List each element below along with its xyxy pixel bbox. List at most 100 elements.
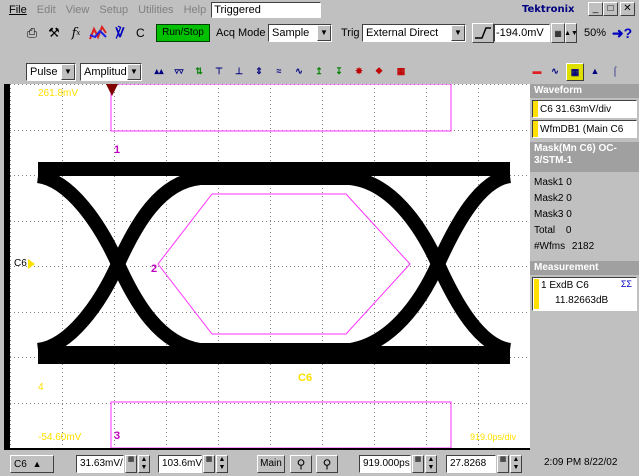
ground-marker: 4 bbox=[38, 382, 44, 393]
mask-row: Mask2 0 bbox=[534, 193, 572, 204]
mask-row: Total 0 bbox=[534, 225, 572, 236]
meas-max-icon[interactable]: ⊤ bbox=[210, 63, 228, 81]
vertical-scale-field[interactable]: 31.63mV/ bbox=[76, 455, 124, 473]
menu-view[interactable]: View bbox=[61, 4, 95, 16]
measurement-header: Measurement bbox=[530, 261, 639, 275]
graticule bbox=[10, 84, 530, 448]
channel-color-swatch bbox=[533, 121, 538, 137]
toolbar-main: ⎙ ⚒ fx ℣ C Run/Stop Acq Mode Sample ▼ Tr… bbox=[0, 21, 639, 47]
mask-3-label: 3 bbox=[114, 430, 120, 442]
keypad-icon[interactable]: ▦ bbox=[551, 23, 565, 43]
trig-label: Trig bbox=[341, 27, 360, 39]
amplitude-select[interactable]: Amplitude ▼ bbox=[80, 63, 142, 81]
print-icon[interactable]: ⎙ bbox=[22, 23, 42, 43]
horizontal-delay-field[interactable]: 27.8268 bbox=[446, 455, 496, 473]
delay-keypad-icon[interactable]: ▦ bbox=[497, 455, 509, 473]
bottom-level-label: -54.60mV bbox=[38, 432, 82, 443]
zoom-in-icon[interactable]: ⚲ bbox=[290, 455, 312, 473]
trigger-status: Triggered bbox=[211, 2, 322, 18]
meas-low-icon[interactable]: ▿▿ bbox=[170, 63, 188, 81]
delay-spin-icon[interactable]: ▲ ▼ bbox=[510, 455, 522, 473]
meas-eye-icon[interactable]: ❖ bbox=[370, 63, 388, 81]
meas-mean-icon[interactable]: ≈ bbox=[270, 63, 288, 81]
waveform-display[interactable]: 261.8mV -54.60mV 919.0ps/div 1 2 3 C6 4 bbox=[10, 84, 530, 448]
scale-keypad-icon[interactable]: ▦ bbox=[125, 455, 137, 473]
meas-amplitude-icon[interactable]: ⇅ bbox=[190, 63, 208, 81]
offset-keypad-icon[interactable]: ▦ bbox=[203, 455, 215, 473]
restore-button[interactable]: □ bbox=[603, 2, 618, 16]
offset-spin-icon[interactable]: ▲ ▼ bbox=[216, 455, 228, 473]
channel-color-swatch bbox=[533, 101, 538, 117]
channel-marker[interactable]: C6 bbox=[14, 258, 35, 269]
meas-high-icon[interactable]: ▴▴ bbox=[150, 63, 168, 81]
grid-view-icon[interactable]: ▦ bbox=[566, 63, 584, 81]
measurement-item[interactable]: 1 ExdB C6 ΣΣ 11.82663dB bbox=[532, 277, 637, 311]
toolbar-measure: Pulse ▼ Amplitude ▼ ▴▴ ▿▿ ⇅ ⊤ ⊥ ⇕ ≈ ∿ ↥ … bbox=[0, 61, 639, 83]
scale-spin-icon[interactable]: ▲ ▼ bbox=[138, 455, 150, 473]
meas-overshoot-icon[interactable]: ↥ bbox=[310, 63, 328, 81]
minimize-button[interactable]: _ bbox=[588, 2, 603, 16]
clock-display: 2:09 PM 8/22/02 bbox=[544, 457, 618, 468]
mask-1-label: 1 bbox=[114, 144, 120, 156]
acq-mode-select[interactable]: Sample ▼ bbox=[268, 24, 332, 42]
measurement-stats-icon: ΣΣ bbox=[620, 279, 632, 289]
mask-row: Mask3 0 bbox=[534, 209, 572, 220]
menu-help[interactable]: Help bbox=[179, 4, 212, 16]
status-bar: C6 ▲ 31.63mV/ ▦ ▲ ▼ 103.6mV ▦ ▲ ▼ Main ⚲ ⚲… bbox=[0, 450, 639, 476]
reference-label: C6 bbox=[298, 372, 312, 384]
trig-level-field[interactable]: -194.0mV bbox=[494, 24, 550, 42]
mask-2 bbox=[157, 193, 411, 335]
horizontal-position-field[interactable]: 919.000ps bbox=[359, 455, 411, 473]
cursor-icon[interactable]: ⌠ bbox=[606, 63, 624, 81]
function-icon[interactable]: fx bbox=[66, 23, 86, 43]
position-keypad-icon[interactable]: ▦ bbox=[412, 455, 424, 473]
meas-table-icon[interactable]: ▦ bbox=[392, 63, 410, 81]
waveform-header: Waveform bbox=[530, 84, 639, 98]
side-panel: Waveform C6 31.63mV/div WfmDB1 (Main C6 … bbox=[530, 84, 639, 450]
zoom-out-icon[interactable]: ⚲ bbox=[316, 455, 338, 473]
mask-1 bbox=[110, 84, 452, 132]
tools-icon[interactable]: ⚒ bbox=[44, 23, 64, 43]
waveform-item-wfmdb[interactable]: WfmDB1 (Main C6 bbox=[532, 120, 637, 138]
menu-file[interactable]: File bbox=[4, 4, 32, 16]
timebase-label: 919.0ps/div bbox=[470, 432, 517, 442]
meas-rms-icon[interactable]: ∿ bbox=[290, 63, 308, 81]
mask-header: Mask(Mn C6) OC-3/STM-1 bbox=[530, 142, 639, 172]
top-level-label: 261.8mV bbox=[38, 88, 78, 99]
meas-crossing-icon[interactable]: ✸ bbox=[350, 63, 368, 81]
pulse-select[interactable]: Pulse ▼ bbox=[26, 63, 76, 81]
brand-logo: Tektronix bbox=[522, 4, 575, 15]
autoset-icon[interactable]: ℣ bbox=[110, 23, 130, 43]
mask-row: Mask1 0 bbox=[534, 177, 572, 188]
close-button[interactable]: ✕ bbox=[620, 2, 635, 16]
channel-select[interactable]: C6 ▲ bbox=[10, 455, 54, 473]
acq-mode-label: Acq Mode bbox=[216, 27, 266, 39]
c-label[interactable]: C bbox=[136, 26, 145, 40]
histogram-icon[interactable]: ▲ bbox=[586, 63, 604, 81]
waveform-item-c6[interactable]: C6 31.63mV/div bbox=[532, 100, 637, 118]
mask-2-label: 2 bbox=[151, 263, 157, 275]
mask-stats: Mask1 0 Mask2 0 Mask3 0 Total 0 #Wfms 21… bbox=[530, 172, 639, 255]
position-spin-icon[interactable]: ▲ ▼ bbox=[425, 455, 437, 473]
meas-min-icon[interactable]: ⊥ bbox=[230, 63, 248, 81]
menu-setup[interactable]: Setup bbox=[94, 4, 133, 16]
vertical-offset-field[interactable]: 103.6mV bbox=[158, 455, 202, 473]
waveform-view-icon[interactable]: ∿ bbox=[546, 63, 564, 81]
channel-color-swatch bbox=[534, 279, 539, 309]
trig-source-select[interactable]: External Direct ▼ bbox=[362, 24, 466, 42]
menu-utilities[interactable]: Utilities bbox=[133, 4, 178, 16]
mask-row: #Wfms 2182 bbox=[534, 241, 595, 252]
mask-3 bbox=[110, 401, 452, 448]
main-timebase-button[interactable]: Main bbox=[257, 455, 285, 473]
spin-icon[interactable]: ▲▼ bbox=[564, 23, 578, 43]
trigger-marker-icon[interactable] bbox=[106, 84, 118, 96]
help-icon[interactable]: ➜? bbox=[612, 23, 632, 43]
menu-edit[interactable]: Edit bbox=[32, 4, 61, 16]
math-wave-icon[interactable] bbox=[88, 23, 108, 43]
meas-pk-pk-icon[interactable]: ⇕ bbox=[250, 63, 268, 81]
trigger-slope-icon[interactable] bbox=[472, 23, 494, 43]
run-stop-button[interactable]: Run/Stop bbox=[156, 24, 210, 42]
clear-meas-icon[interactable]: ▬ bbox=[528, 63, 546, 81]
meas-undershoot-icon[interactable]: ↧ bbox=[330, 63, 348, 81]
channel-arrow-icon bbox=[27, 258, 35, 269]
